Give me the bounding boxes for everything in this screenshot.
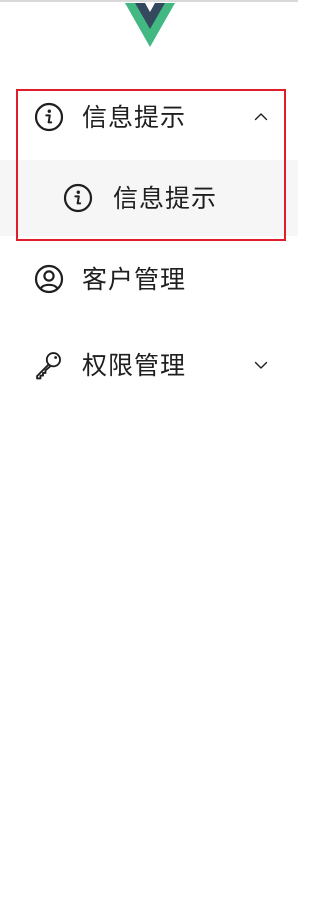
menu-item-customers[interactable]: 客户管理	[0, 236, 298, 322]
key-icon	[34, 350, 64, 380]
menu-item-permissions[interactable]: 权限管理	[0, 322, 298, 408]
chevron-up-icon[interactable]	[252, 108, 270, 126]
logo-area	[0, 0, 298, 48]
menu-item-info[interactable]: 信息提示	[0, 74, 298, 160]
submenu-item-info[interactable]: 信息提示	[0, 160, 298, 236]
vue-logo-icon	[125, 3, 175, 47]
info-icon	[63, 183, 93, 213]
user-circle-icon	[34, 264, 64, 294]
chevron-down-icon[interactable]	[252, 356, 270, 374]
menu-item-label: 信息提示	[82, 102, 187, 132]
info-icon	[34, 102, 64, 132]
menu-item-label: 客户管理	[82, 264, 187, 294]
submenu-item-label: 信息提示	[113, 183, 218, 213]
sidebar-menu: 信息提示 信息提示 客户管理 权限管理	[0, 74, 298, 408]
menu-item-label: 权限管理	[82, 350, 187, 380]
